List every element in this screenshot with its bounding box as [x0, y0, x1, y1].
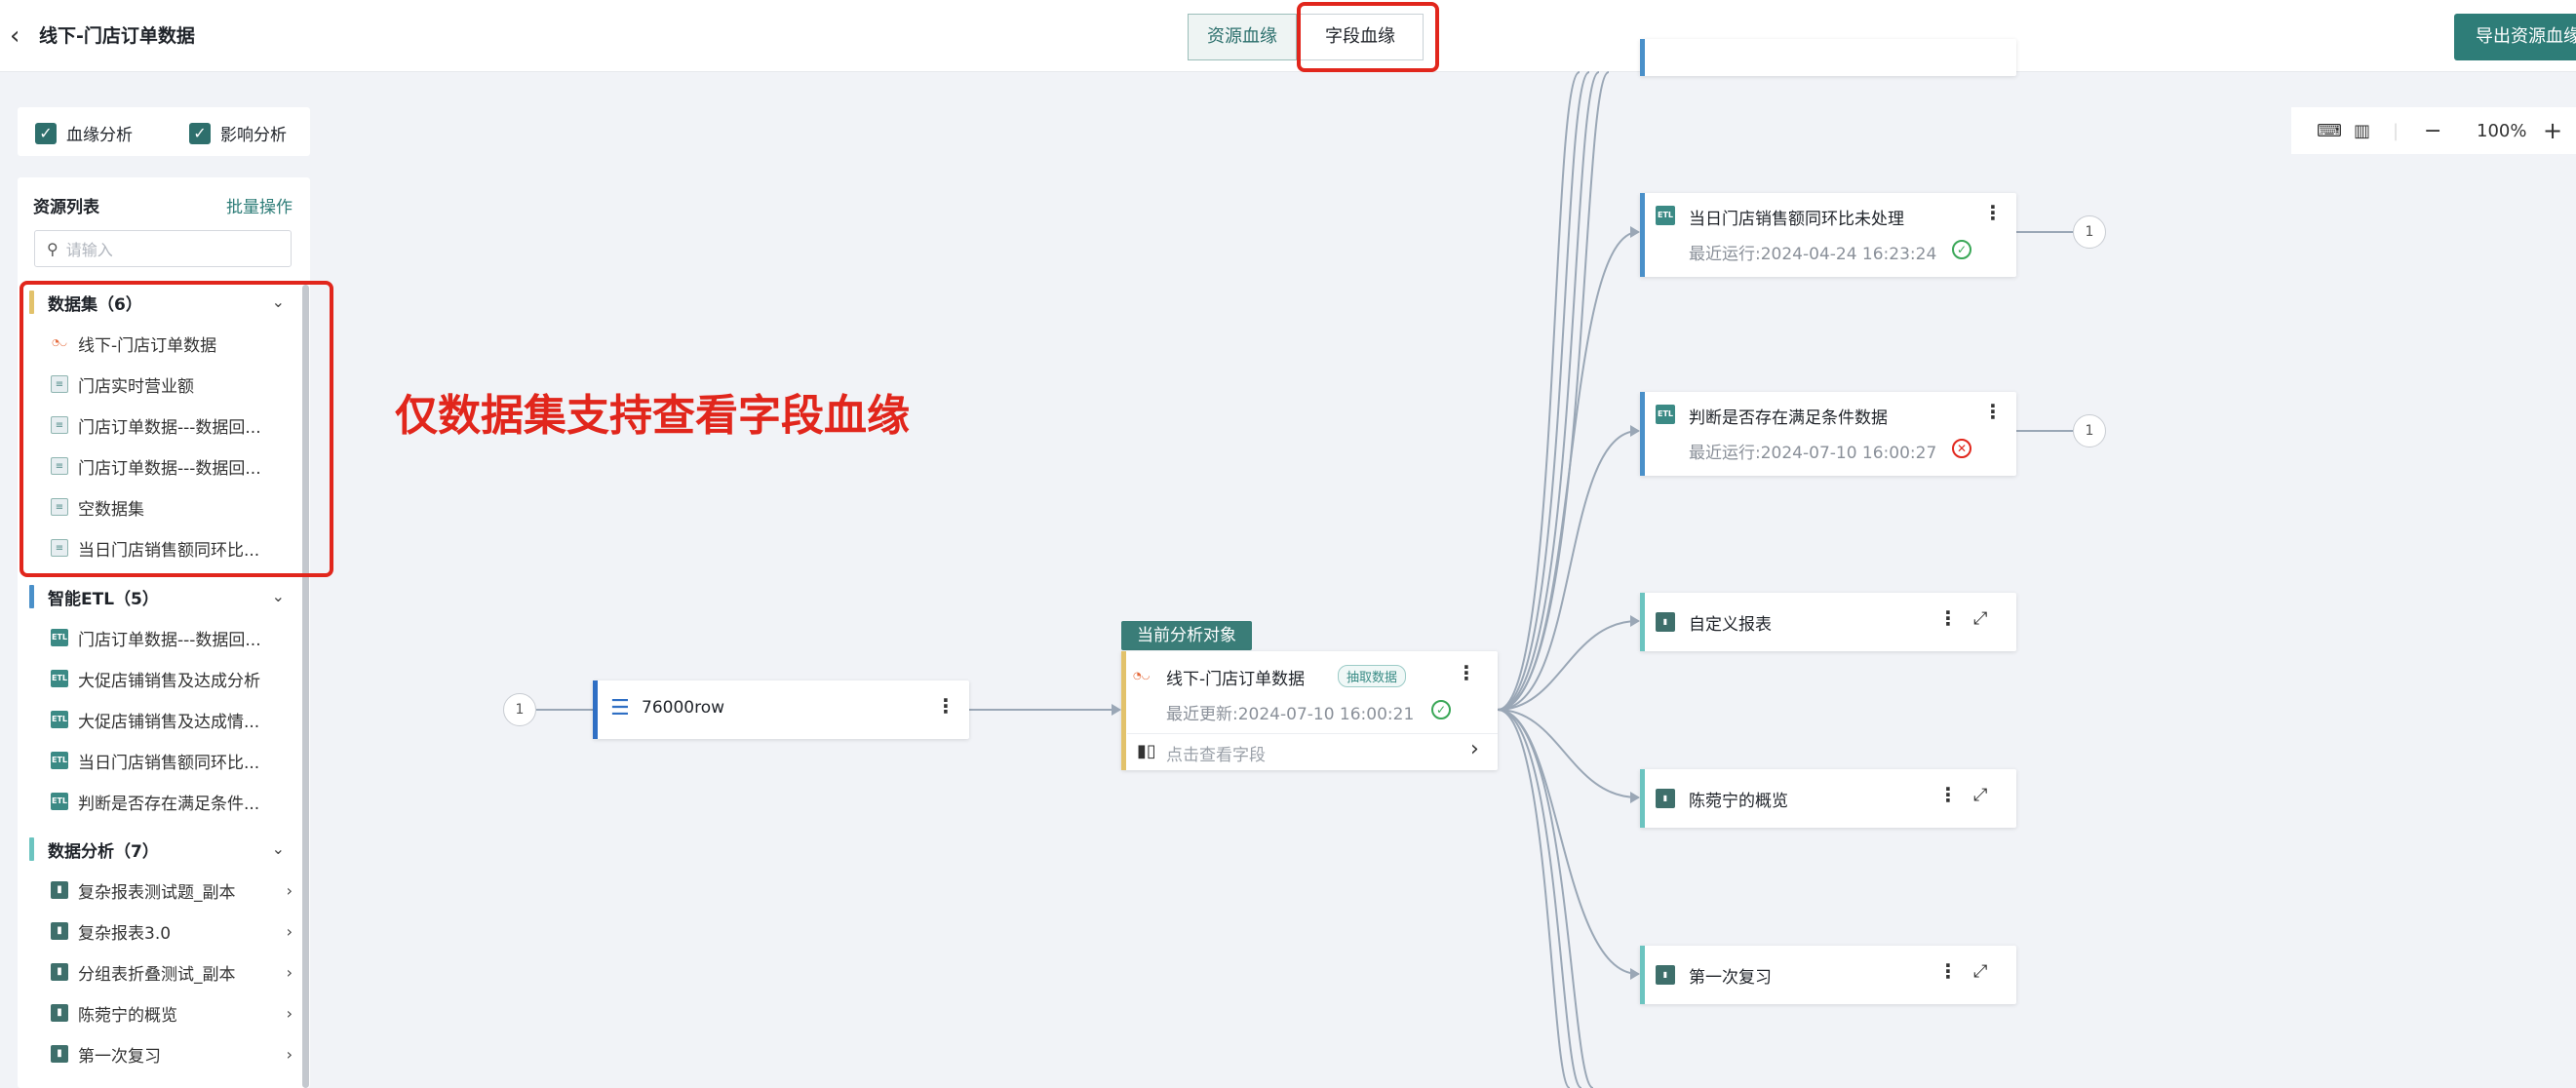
- more-icon[interactable]: ⋮: [1457, 661, 1476, 684]
- more-icon[interactable]: ⋮: [1983, 201, 2003, 224]
- node-title: 第一次复习: [1689, 968, 1772, 988]
- etl-icon: ETL: [1656, 405, 1675, 424]
- etl-node[interactable]: ETL 当日门店销售额同环比未处理 ⋮ 最近运行:2024-04-24 16:2…: [1640, 193, 2016, 277]
- more-icon[interactable]: ⋮: [936, 694, 956, 718]
- expand-icon[interactable]: ⤢: [1973, 608, 1987, 629]
- etl-node[interactable]: ETL 判断是否存在满足条件数据 ⋮ 最近运行:2024-07-10 16:00…: [1640, 392, 2016, 476]
- chart-icon: ▮: [1656, 965, 1675, 985]
- node-color-bar: [1640, 769, 1645, 828]
- view-fields-row[interactable]: ▮▯ 点击查看字段 ›: [1127, 735, 1498, 770]
- lineage-node-offscreen[interactable]: [1640, 39, 2016, 76]
- view-fields-label: 点击查看字段: [1166, 746, 1266, 765]
- current-object-badge: 当前分析对象: [1121, 621, 1252, 650]
- node-color-bar: [1640, 392, 1645, 476]
- node-title: 线下-门店订单数据: [1166, 670, 1306, 689]
- node-color-bar: [1640, 946, 1645, 1004]
- last-run-text: 最近运行:2024-07-10 16:00:27: [1689, 444, 1937, 463]
- node-color-bar: [1121, 651, 1126, 770]
- node-title: 自定义报表: [1689, 615, 1772, 635]
- last-run-text: 最近运行:2024-04-24 16:23:24: [1689, 245, 1937, 264]
- node-color-bar: [1640, 593, 1645, 651]
- annotation-text: 仅数据集支持查看字段血缘: [395, 391, 910, 441]
- extract-data-tag: 抽取数据: [1338, 665, 1407, 687]
- report-node[interactable]: ▮ 陈菀宁的概览 ⋮ ⤢: [1640, 769, 2016, 828]
- node-divider: [1127, 733, 1498, 734]
- list-icon: ☰: [610, 696, 630, 720]
- chart-icon: ▮: [1656, 612, 1675, 632]
- success-icon: ✓: [1431, 700, 1451, 719]
- lineage-connectors: [536, 71, 2073, 1088]
- expand-icon[interactable]: ⤢: [1973, 785, 1987, 805]
- upstream-count-badge[interactable]: 1: [503, 693, 536, 726]
- node-title: 76000row: [642, 698, 724, 718]
- chevron-right-icon: ›: [1470, 737, 1479, 761]
- node-title: 判断是否存在满足条件数据: [1689, 408, 1888, 428]
- report-node[interactable]: ▮ 自定义报表 ⋮ ⤢: [1640, 593, 2016, 651]
- more-icon[interactable]: ⋮: [1938, 783, 1958, 806]
- node-color-bar: [1640, 193, 1645, 277]
- current-node[interactable]: ◔◡ 线下-门店订单数据 抽取数据 ⋮ 最近更新:2024-07-10 16:0…: [1121, 651, 1498, 770]
- error-icon: ✕: [1952, 439, 1971, 458]
- bar-chart-icon: ▮▯: [1137, 741, 1156, 761]
- downstream-count-badge[interactable]: 1: [2073, 215, 2106, 249]
- chart-icon: ▮: [1656, 789, 1675, 808]
- node-color-bar: [593, 680, 598, 739]
- etl-icon: ETL: [1656, 206, 1675, 225]
- downstream-count-badge[interactable]: 1: [2073, 414, 2106, 447]
- source-node[interactable]: ☰ 76000row ⋮: [593, 680, 969, 739]
- dataset-logo-icon: ◔◡: [1133, 671, 1151, 681]
- more-icon[interactable]: ⋮: [1983, 400, 2003, 423]
- report-node[interactable]: ▮ 第一次复习 ⋮ ⤢: [1640, 946, 2016, 1004]
- more-icon[interactable]: ⋮: [1938, 606, 1958, 630]
- success-icon: ✓: [1952, 240, 1971, 259]
- more-icon[interactable]: ⋮: [1938, 959, 1958, 983]
- expand-icon[interactable]: ⤢: [1973, 961, 1987, 982]
- node-title: 当日门店销售额同环比未处理: [1689, 210, 1904, 229]
- node-title: 陈菀宁的概览: [1689, 792, 1788, 811]
- last-updated-text: 最近更新:2024-07-10 16:00:21: [1166, 705, 1415, 724]
- node-color-bar: [1640, 39, 1645, 76]
